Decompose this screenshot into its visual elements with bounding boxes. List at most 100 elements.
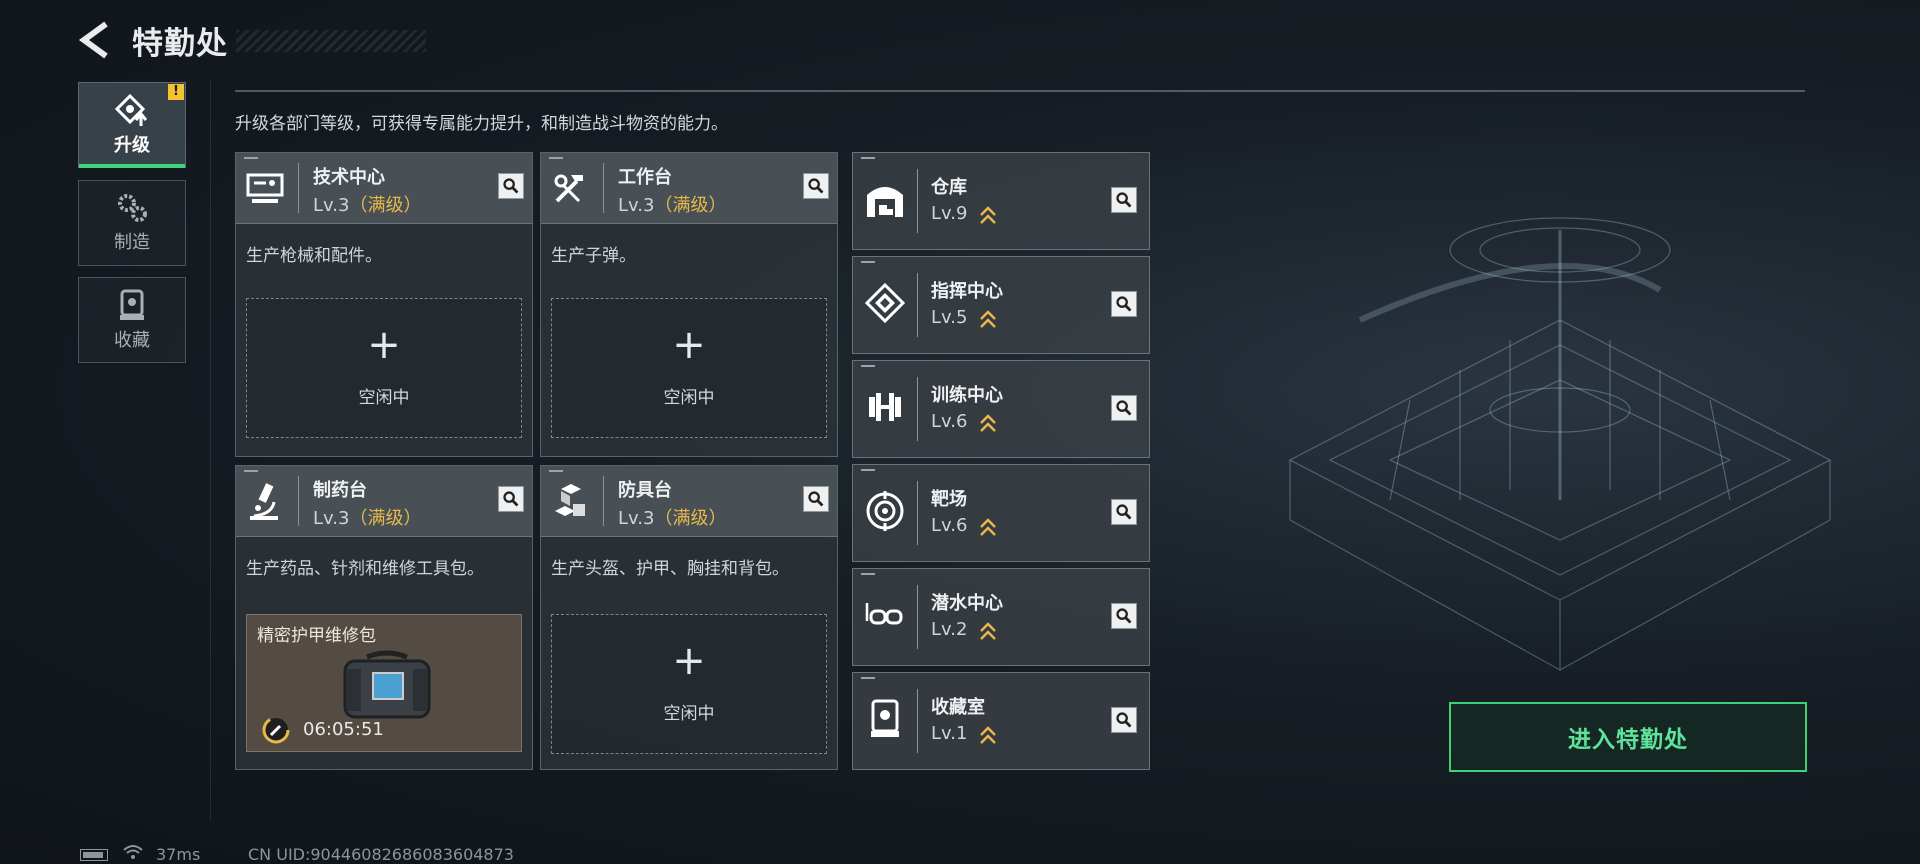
dept-card-training-center[interactable]: 训练中心 Lv.6 [852,360,1150,458]
dept-name: 收藏室 [931,697,985,718]
dept-level: Lv.3（满级） [313,195,422,216]
target-icon [866,491,904,531]
dept-card-shooting-range[interactable]: 靶场 Lv.6 [852,464,1150,562]
add-icon: + [367,322,401,368]
search-icon[interactable] [1111,499,1137,525]
card-header: 工作台 Lv.3（满级） [541,153,837,224]
microscope-icon [250,483,278,520]
search-icon[interactable] [1111,707,1137,733]
dept-level: Lv.9 [931,203,968,224]
empty-production-slot[interactable]: + 空闲中 [551,614,827,754]
tab-label: 收藏 [114,330,150,351]
dept-description: 生产药品、针剂和维修工具包。 [246,559,484,579]
trophy-case-icon [871,699,899,737]
tools-icon [554,174,583,203]
dept-name: 工作台 [618,167,672,188]
search-icon[interactable] [1111,291,1137,317]
gears-icon [118,194,147,222]
dept-card-diving-center[interactable]: 潜水中心 Lv.2 [852,568,1150,666]
search-icon[interactable] [1111,395,1137,421]
dept-card-collection-room[interactable]: 收藏室 Lv.1 [852,672,1150,770]
search-icon[interactable] [1111,603,1137,629]
upgrade-chevron-icon [980,414,996,432]
dept-card-pharmacy[interactable]: 制药台 Lv.3（满级） 生产药品、针剂和维修工具包。 精密护甲维修包 06:0… [235,465,533,770]
armor-repair-kit-image [343,650,431,719]
dept-description: 生产子弹。 [551,246,636,266]
dept-name: 制药台 [313,480,367,501]
card-header: 防具台 Lv.3（满级） [541,466,837,537]
dept-name: 防具台 [618,480,672,501]
dept-level: Lv.3（满级） [618,195,727,216]
slot-status: 空闲中 [663,704,715,724]
dept-card-command-center[interactable]: 指挥中心 Lv.5 [852,256,1150,354]
dept-name: 仓库 [931,177,967,198]
title-decoration [236,30,426,52]
crafting-slot[interactable]: 精密护甲维修包 06:05:51 [246,614,522,752]
enter-special-ops-button[interactable]: 进入特勤处 [1449,702,1807,772]
crafting-item-name: 精密护甲维修包 [257,626,376,646]
upgrade-chevron-icon [980,206,996,224]
tab-collection[interactable]: 收藏 [78,277,186,363]
dept-card-workbench[interactable]: 工作台 Lv.3（满级） 生产子弹。 + 空闲中 [540,152,838,457]
page-title: 特勤处 [132,26,228,62]
upgrade-chevron-icon [980,310,996,328]
dept-description: 生产枪械和配件。 [246,246,382,266]
tab-craft[interactable]: 制造 [78,180,186,266]
back-arrow-icon[interactable] [78,20,112,60]
empty-production-slot[interactable]: + 空闲中 [551,298,827,438]
wifi-icon [123,845,143,859]
battery-icon [80,849,108,861]
add-icon: + [672,322,706,368]
section-description: 升级各部门等级，可获得专属能力提升，和制造战斗物资的能力。 [235,114,728,134]
search-icon[interactable] [498,486,524,512]
ping-indicator: 37ms [156,845,201,864]
dept-name: 潜水中心 [931,593,1003,614]
upgrade-chevron-icon [980,518,996,536]
dept-description: 生产头盔、护甲、胸挂和背包。 [551,559,789,579]
add-icon: + [672,638,706,684]
dept-card-armor-bench[interactable]: 防具台 Lv.3（满级） 生产头盔、护甲、胸挂和背包。 + 空闲中 [540,465,838,770]
warehouse-icon [867,187,903,217]
tab-label: 制造 [114,232,150,253]
tab-label: 升级 [114,135,150,156]
card-header: 制药台 Lv.3（满级） [236,466,532,537]
search-icon[interactable] [803,173,829,199]
dept-level: Lv.5 [931,307,968,328]
notification-badge: ! [168,84,184,100]
empty-production-slot[interactable]: + 空闲中 [246,298,522,438]
slot-status: 空闲中 [663,388,715,408]
upgrade-chevron-icon [980,726,996,744]
search-icon[interactable] [498,173,524,199]
dept-name: 训练中心 [931,385,1003,406]
player-uid: CN UID:904460826860836048​73 [248,845,514,864]
timer-icon [262,716,290,744]
search-icon[interactable] [1111,187,1137,213]
dept-card-warehouse[interactable]: 仓库 Lv.9 [852,152,1150,250]
command-icon [864,282,906,324]
goggles-icon [865,603,903,625]
base-model-illustration [1288,217,1832,671]
computer-icon [246,173,284,203]
divider [210,80,211,820]
crafting-timer: 06:05:51 [303,719,384,740]
dept-level: Lv.3（满级） [618,508,727,529]
card-header: 技术中心 Lv.3（满级） [236,153,532,224]
upgrade-icon [114,93,148,126]
dept-level: Lv.1 [931,723,968,744]
upgrade-chevron-icon [980,622,996,640]
dept-level: Lv.2 [931,619,968,640]
trophy-case-icon [120,289,144,320]
search-icon[interactable] [803,486,829,512]
dept-level: Lv.6 [931,411,968,432]
dept-name: 指挥中心 [931,281,1003,302]
dept-level: Lv.3（满级） [313,508,422,529]
dumbbell-icon [869,393,901,421]
boxes-icon [555,484,585,516]
dept-level: Lv.6 [931,515,968,536]
dept-name: 靶场 [931,489,967,510]
slot-status: 空闲中 [358,388,410,408]
dept-name: 技术中心 [313,167,385,188]
tab-upgrade[interactable]: ! 升级 [78,82,186,168]
dept-card-tech-center[interactable]: 技术中心 Lv.3（满级） 生产枪械和配件。 + 空闲中 [235,152,533,457]
divider [235,90,1805,92]
